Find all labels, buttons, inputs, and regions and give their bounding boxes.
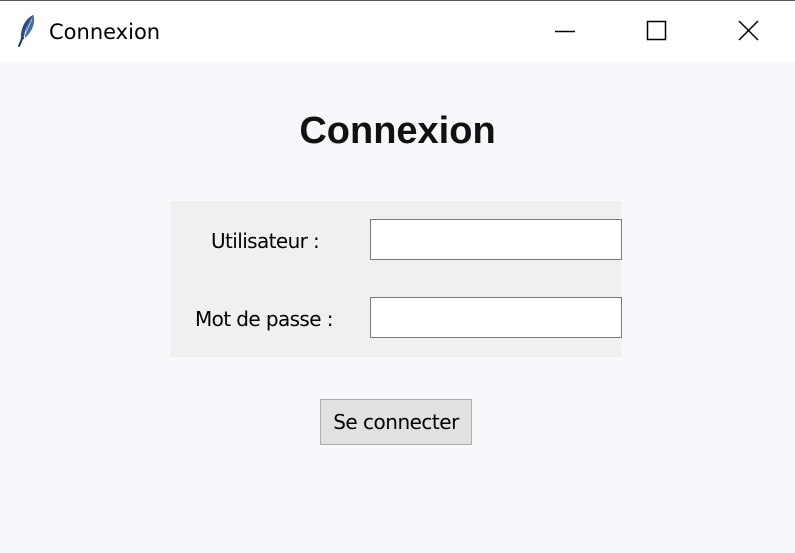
login-form: Utilisateur : Mot de passe : <box>170 201 622 357</box>
password-label: Mot de passe : <box>195 307 333 331</box>
maximize-button[interactable] <box>610 1 702 62</box>
username-label: Utilisateur : <box>211 229 320 253</box>
connect-button[interactable]: Se connecter <box>320 399 472 445</box>
close-button[interactable] <box>702 1 794 62</box>
minimize-icon <box>555 30 575 33</box>
login-window: Connexion Connexion Utilisateur : Mot de… <box>0 0 795 553</box>
page-title: Connexion <box>299 110 496 152</box>
title-bar[interactable]: Connexion <box>0 0 795 62</box>
username-input[interactable] <box>370 219 622 260</box>
password-input[interactable] <box>370 297 622 338</box>
close-icon <box>738 20 759 41</box>
window-title: Connexion <box>49 20 161 44</box>
feather-icon <box>16 13 38 47</box>
minimize-button[interactable] <box>519 1 611 62</box>
maximize-icon <box>646 20 667 41</box>
